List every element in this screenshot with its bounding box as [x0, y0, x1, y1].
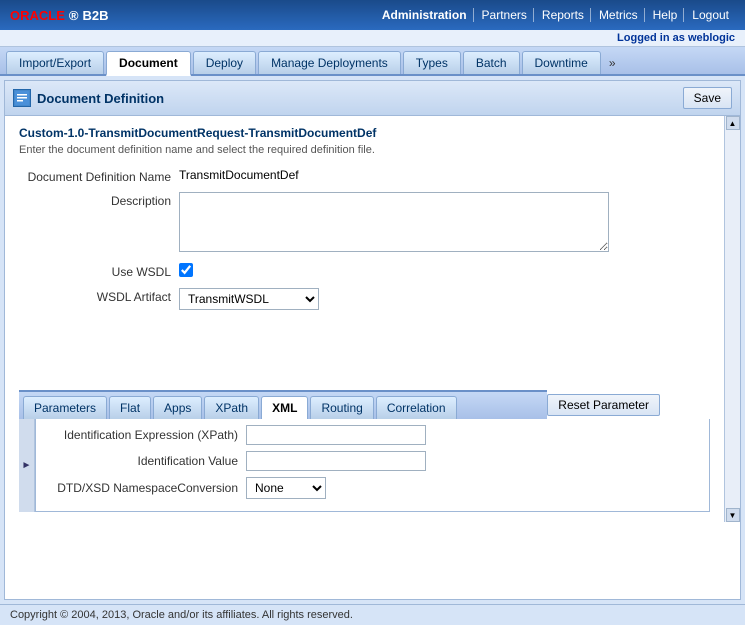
nav-administration[interactable]: Administration: [376, 8, 474, 22]
id-expression-label: Identification Expression (XPath): [46, 428, 246, 442]
login-text: Logged in as: [617, 32, 685, 44]
footer-text: Copyright © 2004, 2013, Oracle and/or it…: [10, 609, 353, 621]
id-value-row: Identification Value: [46, 451, 699, 471]
scroll-track: [726, 130, 740, 508]
tab-flat[interactable]: Flat: [109, 396, 151, 419]
content-header: Document Definition Save: [5, 81, 740, 116]
tab-deploy[interactable]: Deploy: [193, 51, 256, 74]
vertical-scrollbar: ▲ ▼: [724, 116, 740, 522]
main-tabs: Import/Export Document Deploy Manage Dep…: [0, 47, 745, 76]
tab-types[interactable]: Types: [403, 51, 461, 74]
id-expression-input[interactable]: [246, 425, 426, 445]
tab-xpath[interactable]: XPath: [204, 396, 259, 419]
def-name-row: Document Definition Name TransmitDocumen…: [19, 168, 710, 184]
scroll-up-button[interactable]: ▲: [726, 116, 740, 130]
content-title-text: Document Definition: [37, 91, 164, 106]
oracle-logo-text: ORACLE: [10, 8, 65, 23]
content-main: Custom-1.0-TransmitDocumentRequest-Trans…: [5, 116, 724, 522]
sub-content-area: ► Identification Expression (XPath) Iden…: [19, 419, 710, 512]
dtd-label: DTD/XSD NamespaceConversion: [46, 481, 246, 495]
sub-arrow-indicator[interactable]: ►: [19, 419, 35, 512]
dtd-row: DTD/XSD NamespaceConversion None Convert…: [46, 477, 699, 499]
scroll-down-button[interactable]: ▼: [726, 508, 740, 522]
wsdl-artifact-label: WSDL Artifact: [19, 288, 179, 304]
tab-import-export[interactable]: Import/Export: [6, 51, 104, 74]
header-nav: Administration Partners Reports Metrics …: [376, 8, 735, 22]
app-header: ORACLE ® B2B Administration Partners Rep…: [0, 0, 745, 30]
wsdl-artifact-row: WSDL Artifact TransmitWSDL: [19, 288, 710, 310]
content-title-area: Document Definition: [13, 89, 164, 107]
use-wsdl-row: Use WSDL: [19, 263, 710, 280]
sub-content: Identification Expression (XPath) Identi…: [35, 419, 710, 512]
save-button[interactable]: Save: [683, 87, 732, 109]
tab-xml[interactable]: XML: [261, 396, 308, 421]
use-wsdl-label: Use WSDL: [19, 263, 179, 279]
document-icon: [13, 89, 31, 107]
use-wsdl-checkbox[interactable]: [179, 263, 193, 277]
tab-routing[interactable]: Routing: [310, 396, 373, 419]
def-name-value: TransmitDocumentDef: [179, 168, 710, 182]
tab-downtime[interactable]: Downtime: [522, 51, 601, 74]
content-scroll: Custom-1.0-TransmitDocumentRequest-Trans…: [5, 116, 740, 522]
tab-correlation[interactable]: Correlation: [376, 396, 457, 419]
tab-batch[interactable]: Batch: [463, 51, 520, 74]
use-wsdl-value: [179, 263, 710, 280]
footer: Copyright © 2004, 2013, Oracle and/or it…: [0, 604, 745, 625]
logo-separator: ®: [69, 8, 79, 23]
tab-document[interactable]: Document: [106, 51, 191, 76]
tab-parameters[interactable]: Parameters: [23, 396, 107, 419]
description-label: Description: [19, 192, 179, 208]
description-value: [179, 192, 710, 255]
nav-logout[interactable]: Logout: [686, 8, 735, 22]
app-logo: ORACLE ® B2B: [10, 8, 109, 23]
doc-path: Custom-1.0-TransmitDocumentRequest-Trans…: [19, 126, 710, 140]
def-name-text: TransmitDocumentDef: [179, 168, 299, 182]
b2b-logo-text: B2B: [82, 8, 108, 23]
tab-more[interactable]: »: [603, 52, 622, 74]
content-area: Document Definition Save Custom-1.0-Tran…: [4, 80, 741, 600]
doc-subtitle: Enter the document definition name and s…: [19, 144, 710, 156]
nav-reports[interactable]: Reports: [536, 8, 591, 22]
nav-partners[interactable]: Partners: [476, 8, 534, 22]
dtd-select[interactable]: None Convert Remove: [246, 477, 326, 499]
description-row: Description: [19, 192, 710, 255]
nav-help[interactable]: Help: [647, 8, 685, 22]
def-name-label: Document Definition Name: [19, 168, 179, 184]
id-value-label: Identification Value: [46, 454, 246, 468]
login-user: weblogic: [688, 32, 735, 44]
wsdl-artifact-select[interactable]: TransmitWSDL: [179, 288, 319, 310]
bottom-tabs: Parameters Flat Apps XPath XML Routing C…: [19, 390, 547, 419]
tab-manage-deployments[interactable]: Manage Deployments: [258, 51, 401, 74]
login-bar: Logged in as weblogic: [0, 30, 745, 47]
id-expression-row: Identification Expression (XPath): [46, 425, 699, 445]
sub-content-inner: Identification Expression (XPath) Identi…: [35, 419, 710, 512]
reset-parameter-button[interactable]: Reset Parameter: [547, 394, 660, 416]
nav-metrics[interactable]: Metrics: [593, 8, 645, 22]
id-value-input[interactable]: [246, 451, 426, 471]
tab-apps[interactable]: Apps: [153, 396, 202, 419]
description-textarea[interactable]: [179, 192, 609, 252]
wsdl-artifact-value: TransmitWSDL: [179, 288, 710, 310]
